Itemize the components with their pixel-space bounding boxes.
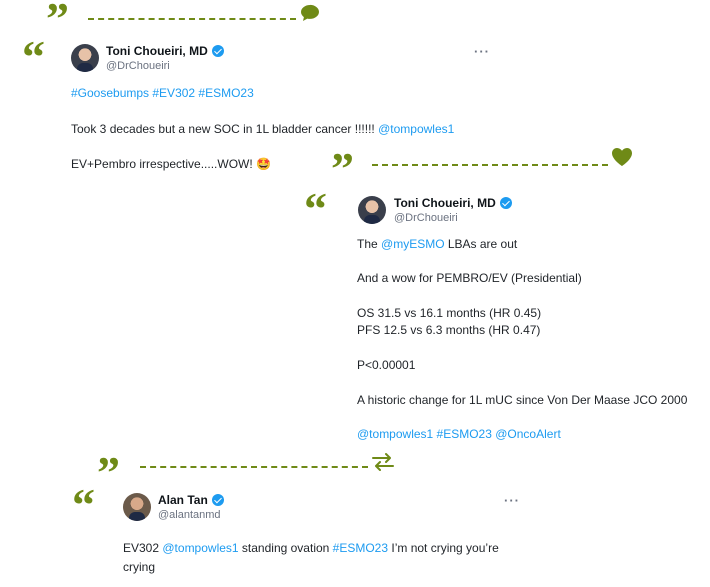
close-quote-icon: ” (46, 0, 69, 44)
text-span: crying (123, 560, 156, 574)
tweet-text-line: EV+Pembro irrespective.....WOW! 🤩 (71, 157, 271, 171)
author-name[interactable]: Toni Choueiri, MD (394, 196, 496, 210)
open-quote-icon: “ (22, 31, 45, 82)
tweet-text-line: P<0.00001 (357, 358, 415, 372)
more-options-icon[interactable]: ··· (504, 493, 520, 508)
avatar[interactable] (71, 44, 99, 72)
avatar[interactable] (123, 493, 151, 521)
verified-badge-icon (211, 494, 224, 506)
text-span: PFS 12.5 vs 6.3 months (HR 0.47) (357, 323, 541, 337)
hashtag-link[interactable]: #ESMO23 (333, 541, 388, 555)
tweet-text-line: PFS 12.5 vs 6.3 months (HR 0.47) (357, 323, 540, 337)
tweet-text-line: The @myESMO LBAs are out (357, 237, 517, 251)
author-handle[interactable]: @DrChoueiri (394, 212, 458, 224)
speech-bubble-icon (301, 4, 319, 21)
text-span: And a wow for PEMBRO/EV (Presidential) (357, 271, 582, 285)
tweet-text-line: OS 31.5 vs 16.1 months (HR 0.45) (357, 306, 541, 320)
text-span: standing ovation (238, 541, 333, 555)
tweet-text-line: #Goosebumps #EV302 #ESMO23 (71, 86, 254, 100)
heart-icon (612, 148, 632, 166)
open-quote-icon: “ (304, 183, 327, 234)
mention-link[interactable]: @tompowles1 (162, 541, 238, 555)
text-span: EV+Pembro irrespective.....WOW! 🤩 (71, 157, 271, 171)
tweet-text-line: Took 3 decades but a new SOC in 1L bladd… (71, 122, 454, 136)
more-options-icon[interactable]: ··· (474, 44, 490, 59)
text-span: I’m not crying you’re (388, 541, 499, 555)
verified-badge-icon (499, 197, 512, 209)
verified-badge-icon (211, 45, 224, 57)
tweet-text-line: crying (123, 560, 155, 574)
text-span: P<0.00001 (357, 358, 416, 372)
text-span: OS 31.5 vs 16.1 months (HR 0.45) (357, 306, 542, 320)
dashed-connector (372, 164, 608, 166)
author-name[interactable]: Alan Tan (158, 493, 208, 507)
close-quote-icon: ” (97, 447, 120, 498)
retweet-icon (372, 453, 394, 471)
tweet-text-line: EV302 @tompowles1 standing ovation #ESMO… (123, 541, 499, 555)
hashtags-link[interactable]: #Goosebumps #EV302 #ESMO23 (71, 86, 254, 100)
avatar[interactable] (358, 196, 386, 224)
mention-link[interactable]: @tompowles1 (378, 122, 454, 136)
tweet-text-line: A historic change for 1L mUC since Von D… (357, 393, 687, 407)
mentions-hashtag-link[interactable]: @tompowles1 #ESMO23 @OncoAlert (357, 427, 561, 441)
mention-link[interactable]: @myESMO (381, 237, 445, 251)
dashed-connector (88, 18, 296, 20)
author-handle[interactable]: @alantanmd (158, 509, 221, 521)
close-quote-icon: ” (331, 143, 354, 194)
author-handle[interactable]: @DrChoueiri (106, 60, 170, 72)
text-span: A historic change for 1L mUC since Von D… (357, 393, 688, 407)
text-span: Took 3 decades but a new SOC in 1L bladd… (71, 122, 379, 136)
tweet-text-line: @tompowles1 #ESMO23 @OncoAlert (357, 427, 561, 441)
text-span: The (357, 237, 382, 251)
author-name[interactable]: Toni Choueiri, MD (106, 44, 208, 58)
dashed-connector (140, 466, 368, 468)
open-quote-icon: “ (72, 479, 95, 530)
text-span: LBAs are out (444, 237, 518, 251)
tweet-text-line: And a wow for PEMBRO/EV (Presidential) (357, 271, 582, 285)
text-span: EV302 (123, 541, 163, 555)
